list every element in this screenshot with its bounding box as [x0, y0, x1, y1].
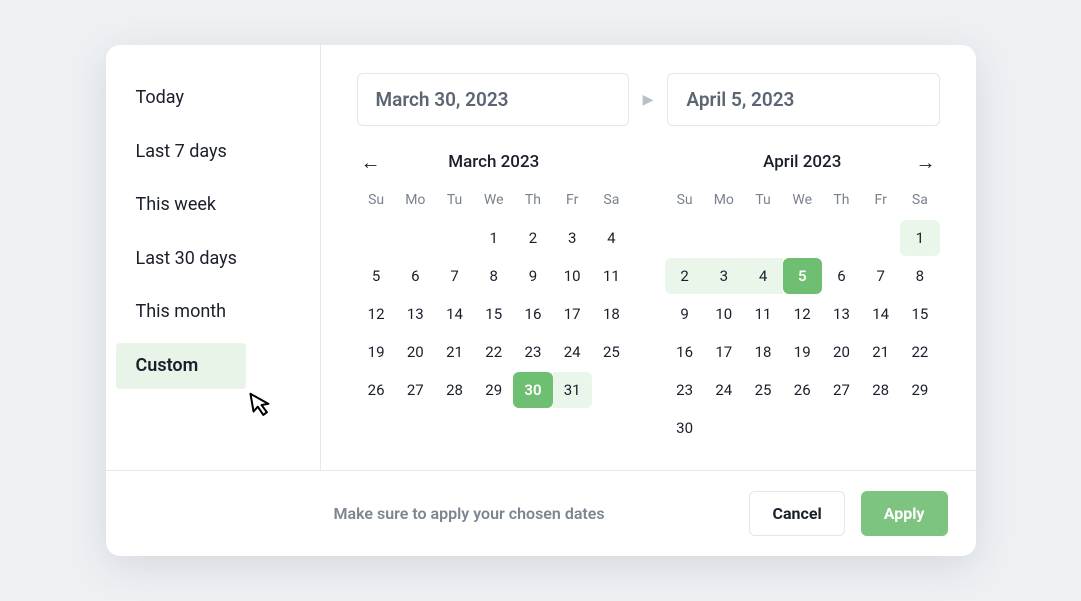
calendar-month: March 2023←SuMoTuWeThFrSa123456789101112…: [357, 152, 632, 446]
calendar-day[interactable]: 20: [396, 334, 435, 370]
prev-month-icon[interactable]: ←: [361, 152, 381, 172]
calendar-day[interactable]: 13: [396, 296, 435, 332]
calendar-day[interactable]: 1: [900, 220, 939, 256]
calendar-day[interactable]: 6: [822, 258, 861, 294]
preset-sidebar: Today Last 7 days This week Last 30 days Thi…: [106, 45, 321, 470]
calendar-day[interactable]: 3: [704, 258, 743, 294]
calendar-day[interactable]: 7: [861, 258, 900, 294]
preset-last-7-days[interactable]: Last 7 days: [106, 129, 300, 175]
calendar-day[interactable]: 26: [357, 372, 396, 408]
weekday-label: Th: [822, 186, 861, 218]
weekday-label: Su: [665, 186, 704, 218]
calendar-day[interactable]: 18: [743, 334, 782, 370]
calendar-day[interactable]: 14: [861, 296, 900, 332]
calendar-day[interactable]: 14: [435, 296, 474, 332]
calendar-day[interactable]: 22: [474, 334, 513, 370]
apply-hint: Make sure to apply your chosen dates: [334, 504, 605, 523]
calendar-day[interactable]: 3: [553, 220, 592, 256]
weekday-label: Fr: [861, 186, 900, 218]
date-range-picker: Today Last 7 days This week Last 30 days Thi…: [106, 45, 976, 556]
weekday-label: Mo: [396, 186, 435, 218]
calendar-day[interactable]: 28: [861, 372, 900, 408]
calendar-title: March 2023←: [357, 152, 632, 172]
calendar-day[interactable]: 25: [743, 372, 782, 408]
calendar-day[interactable]: 4: [592, 220, 631, 256]
calendar-day[interactable]: 26: [783, 372, 822, 408]
calendar-day[interactable]: 12: [783, 296, 822, 332]
calendar-title: April 2023→: [665, 152, 940, 172]
calendar-day[interactable]: 23: [513, 334, 552, 370]
calendar-day[interactable]: 11: [592, 258, 631, 294]
calendar-day[interactable]: 16: [513, 296, 552, 332]
preset-today[interactable]: Today: [106, 75, 300, 121]
calendar-day[interactable]: 1: [474, 220, 513, 256]
start-date-input[interactable]: March 30, 2023: [357, 73, 629, 126]
calendar-day[interactable]: 24: [704, 372, 743, 408]
weekday-label: We: [783, 186, 822, 218]
calendar-day[interactable]: 25: [592, 334, 631, 370]
calendar-day[interactable]: 24: [553, 334, 592, 370]
calendar-day[interactable]: 17: [553, 296, 592, 332]
end-date-input[interactable]: April 5, 2023: [667, 73, 939, 126]
calendar-day[interactable]: 7: [435, 258, 474, 294]
calendar-day[interactable]: 28: [435, 372, 474, 408]
calendar-day[interactable]: 8: [900, 258, 939, 294]
preset-custom[interactable]: Custom: [116, 343, 246, 389]
calendar-day[interactable]: 30: [665, 410, 704, 446]
weekday-label: Tu: [435, 186, 474, 218]
calendar-day[interactable]: 20: [822, 334, 861, 370]
apply-button[interactable]: Apply: [861, 491, 948, 536]
calendar-day[interactable]: 10: [704, 296, 743, 332]
calendar-day[interactable]: 9: [665, 296, 704, 332]
calendar-day[interactable]: 21: [861, 334, 900, 370]
preset-this-month[interactable]: This month: [106, 289, 300, 335]
calendar-day[interactable]: 11: [743, 296, 782, 332]
calendar-day[interactable]: 9: [513, 258, 552, 294]
calendar-day[interactable]: 15: [474, 296, 513, 332]
calendar-day[interactable]: 10: [553, 258, 592, 294]
cancel-button[interactable]: Cancel: [749, 491, 844, 536]
calendar-day[interactable]: 2: [665, 258, 704, 294]
calendar-day[interactable]: 31: [553, 372, 592, 408]
calendar-day[interactable]: 12: [357, 296, 396, 332]
calendar-day[interactable]: 4: [743, 258, 782, 294]
calendar-day[interactable]: 27: [822, 372, 861, 408]
calendar-day[interactable]: 21: [435, 334, 474, 370]
calendar-day[interactable]: 23: [665, 372, 704, 408]
calendar-day[interactable]: 13: [822, 296, 861, 332]
next-month-icon[interactable]: →: [916, 152, 936, 172]
weekday-label: We: [474, 186, 513, 218]
weekday-label: Sa: [592, 186, 631, 218]
preset-last-30-days[interactable]: Last 30 days: [106, 236, 300, 282]
calendar-day[interactable]: 5: [783, 258, 822, 294]
arrow-right-icon: ▶: [643, 92, 654, 108]
calendar-day[interactable]: 15: [900, 296, 939, 332]
calendar-day[interactable]: 29: [900, 372, 939, 408]
calendar-day[interactable]: 30: [513, 372, 552, 408]
calendar-day[interactable]: 8: [474, 258, 513, 294]
weekday-label: Mo: [704, 186, 743, 218]
calendar-day[interactable]: 19: [783, 334, 822, 370]
weekday-label: Th: [513, 186, 552, 218]
calendar-day[interactable]: 29: [474, 372, 513, 408]
weekday-label: Sa: [900, 186, 939, 218]
calendar-day[interactable]: 18: [592, 296, 631, 332]
weekday-label: Tu: [743, 186, 782, 218]
calendar-day[interactable]: 17: [704, 334, 743, 370]
preset-this-week[interactable]: This week: [106, 182, 300, 228]
calendar-day[interactable]: 16: [665, 334, 704, 370]
calendar-day[interactable]: 6: [396, 258, 435, 294]
weekday-label: Fr: [553, 186, 592, 218]
calendar-day[interactable]: 19: [357, 334, 396, 370]
calendar-day[interactable]: 5: [357, 258, 396, 294]
calendar-month: April 2023→SuMoTuWeThFrSa123456789101112…: [665, 152, 940, 446]
calendar-day[interactable]: 2: [513, 220, 552, 256]
calendar-day[interactable]: 22: [900, 334, 939, 370]
calendar-day[interactable]: 27: [396, 372, 435, 408]
weekday-label: Su: [357, 186, 396, 218]
